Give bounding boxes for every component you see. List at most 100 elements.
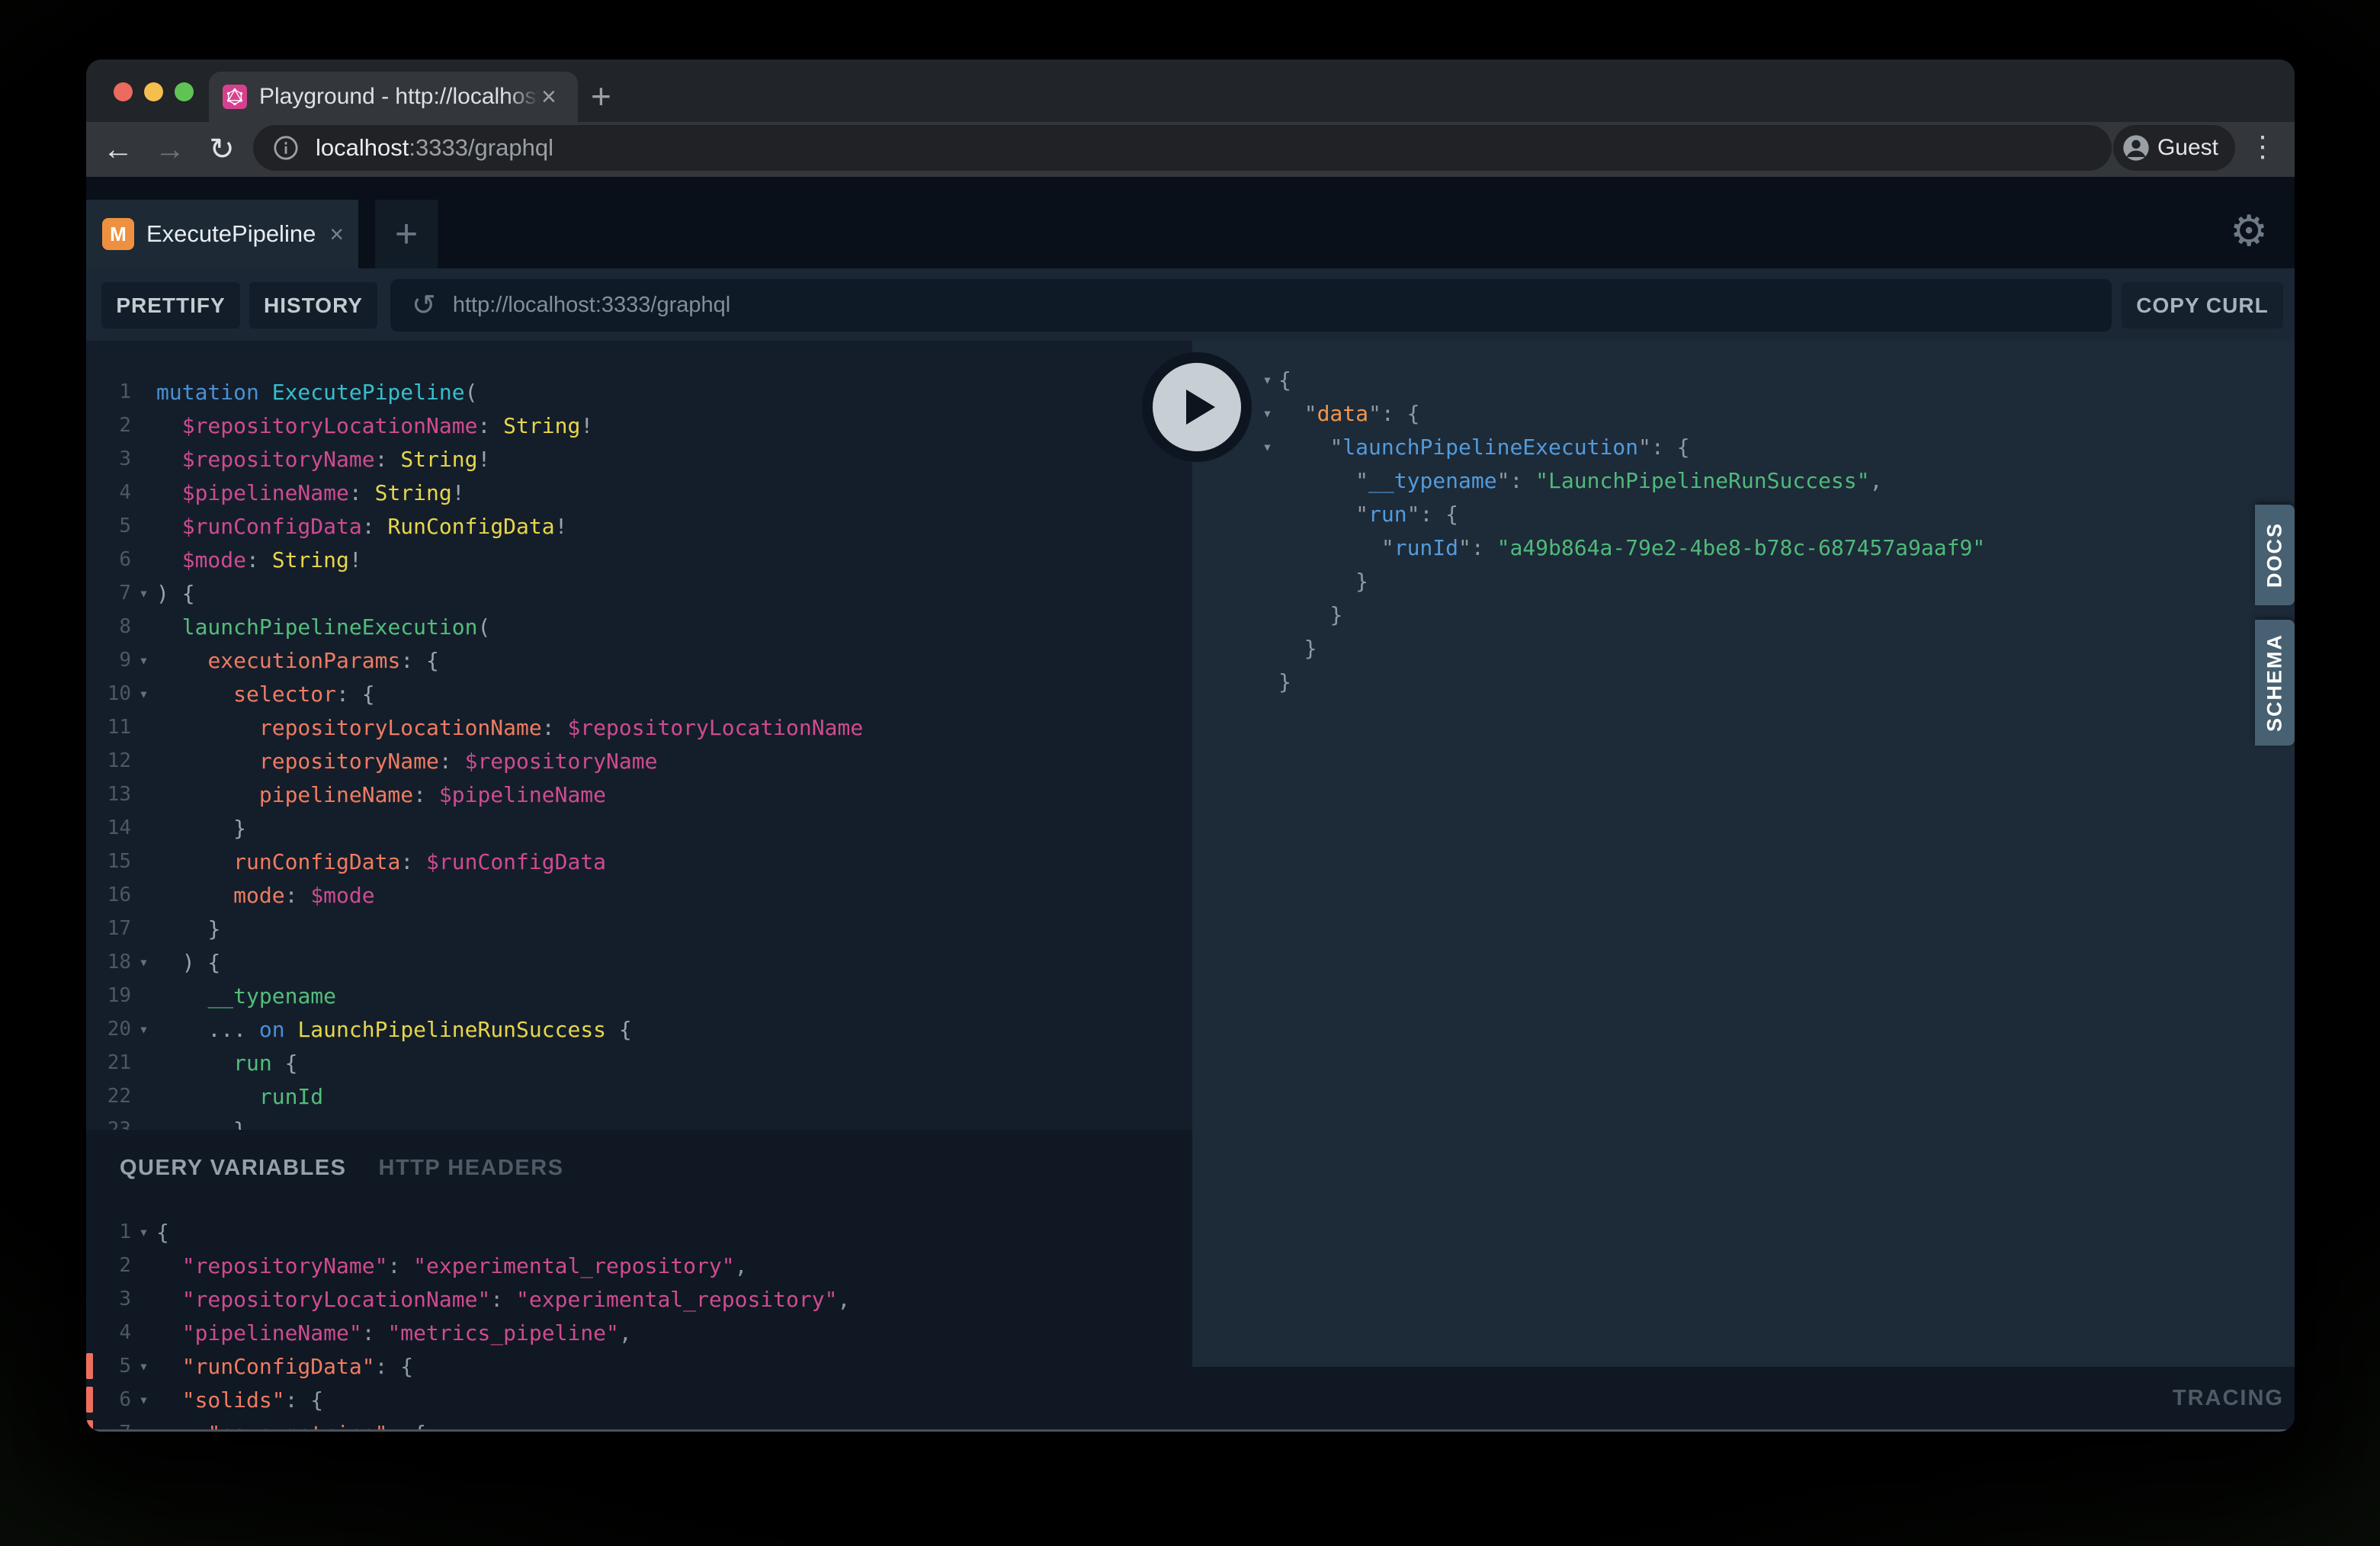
code-token: __typename xyxy=(207,983,336,1009)
code-token: "repositoryName" xyxy=(182,1253,388,1278)
code-token: , xyxy=(735,1253,748,1278)
reload-icon[interactable]: ↻ xyxy=(190,134,254,165)
code-line: 1▾{ xyxy=(86,1215,1192,1249)
prettify-button[interactable]: PRETTIFY xyxy=(101,282,240,329)
line-number: 9 xyxy=(86,649,131,672)
fold-toggle-icon[interactable]: ▾ xyxy=(131,953,156,971)
new-tab-button[interactable]: + xyxy=(591,81,611,111)
fold-toggle-icon[interactable]: ▾ xyxy=(131,685,156,703)
traffic-minimize-button[interactable] xyxy=(144,82,163,101)
code-token: "LaunchPipelineRunSuccess" xyxy=(1535,468,1869,493)
fold-toggle-icon[interactable]: ▾ xyxy=(131,1223,156,1241)
code-token xyxy=(1278,435,1330,460)
code-token: "runConfigData" xyxy=(182,1354,375,1379)
address-host: localhost xyxy=(316,134,409,162)
fold-toggle-icon[interactable]: ▾ xyxy=(131,1390,156,1409)
code-token xyxy=(156,648,207,673)
endpoint-history-icon[interactable]: ↺ xyxy=(412,291,436,320)
code-token: run xyxy=(1368,502,1407,527)
code-token xyxy=(156,950,182,975)
fold-toggle-icon[interactable]: ▾ xyxy=(1256,438,1278,456)
traffic-zoom-button[interactable] xyxy=(175,82,194,101)
variables-code: 1▾{2 "repositoryName": "experimental_rep… xyxy=(86,1215,1192,1432)
line-number: 23 xyxy=(86,1118,131,1130)
schema-side-tab[interactable]: SCHEMA xyxy=(2255,620,2295,746)
code-token xyxy=(156,547,182,573)
address-bar[interactable]: localhost:3333/graphql xyxy=(253,125,2112,171)
code-token: { xyxy=(1278,367,1291,393)
code-token: ) { xyxy=(182,950,221,975)
endpoint-input[interactable]: ↺ http://localhost:3333/graphql xyxy=(390,279,2112,332)
code-token xyxy=(156,514,182,539)
fold-toggle-icon[interactable]: ▾ xyxy=(131,651,156,669)
traffic-close-button[interactable] xyxy=(114,82,133,101)
code-token: ": xyxy=(1458,535,1497,560)
playground-session-tab[interactable]: M ExecutePipeline × xyxy=(86,200,358,268)
profile-chip[interactable]: Guest xyxy=(2113,125,2235,171)
code-token: LaunchPipelineRunSuccess xyxy=(297,1017,606,1042)
code-token: : { xyxy=(285,1387,324,1413)
code-token: runConfigData xyxy=(233,849,400,874)
code-token: "experimental_repository" xyxy=(516,1287,837,1312)
fold-toggle-icon[interactable]: ▾ xyxy=(131,1020,156,1038)
back-icon[interactable]: ← xyxy=(86,134,150,165)
query-editor-pane[interactable]: 1mutation ExecutePipeline(2 $repositoryL… xyxy=(86,341,1192,1130)
forward-icon[interactable]: → xyxy=(150,134,190,165)
response-footer: TRACING xyxy=(1192,1367,2295,1429)
response-pane: ▾{▾ "data": {▾ "launchPipelineExecution"… xyxy=(1192,341,2295,1367)
copy-curl-button[interactable]: COPY CURL xyxy=(2122,282,2283,329)
tab-query-variables[interactable]: QUERY VARIABLES xyxy=(120,1156,347,1181)
code-token: : xyxy=(439,749,465,774)
code-token: } xyxy=(233,1118,246,1131)
code-token: selector xyxy=(233,682,336,707)
code-token: : xyxy=(477,413,503,438)
browser-menu-icon[interactable]: ⋮ xyxy=(2248,130,2277,164)
fold-toggle-icon[interactable]: ▾ xyxy=(131,1357,156,1375)
response-json: ▾{▾ "data": {▾ "launchPipelineExecution"… xyxy=(1192,363,2295,698)
code-line: 6▾ "solids": { xyxy=(86,1383,1192,1416)
code-token: executionParams xyxy=(207,648,400,673)
execute-query-button[interactable] xyxy=(1142,352,1252,462)
code-token xyxy=(156,1320,182,1346)
session-tab-title: ExecutePipeline xyxy=(146,220,316,248)
history-button[interactable]: HISTORY xyxy=(249,282,377,329)
code-token: } xyxy=(207,916,220,941)
code-line: 3 $repositoryName: String! xyxy=(86,442,1192,476)
fold-toggle-icon[interactable]: ▾ xyxy=(1256,404,1278,422)
code-token: RunConfigData xyxy=(387,514,554,539)
code-token: " xyxy=(1355,502,1368,527)
line-number: 4 xyxy=(86,1321,131,1344)
browser-tab[interactable]: Playground - http://localhost:3 × xyxy=(209,72,578,122)
line-number: 6 xyxy=(86,548,131,571)
code-line: ▾ "launchPipelineExecution": { xyxy=(1256,430,2295,463)
docs-side-tab[interactable]: DOCS xyxy=(2255,505,2295,605)
code-token xyxy=(156,715,259,740)
code-token: { xyxy=(606,1017,632,1042)
code-token xyxy=(156,1017,207,1042)
code-token: } xyxy=(233,816,246,841)
code-line: 4 $pipelineName: String! xyxy=(86,476,1192,509)
site-info-icon[interactable] xyxy=(273,135,299,161)
settings-gear-icon[interactable]: ⚙ xyxy=(2230,206,2268,256)
fold-toggle-icon[interactable]: ▾ xyxy=(1256,370,1278,389)
code-token: __typename xyxy=(1368,468,1497,493)
code-line: ▾ "data": { xyxy=(1256,396,2295,430)
play-icon xyxy=(1153,363,1241,451)
code-token: launchPipelineExecution xyxy=(1342,435,1638,460)
code-line: 15 runConfigData: $runConfigData xyxy=(86,845,1192,878)
code-token xyxy=(156,849,233,874)
fold-toggle-icon[interactable]: ▾ xyxy=(131,584,156,602)
code-token: launchPipelineExecution xyxy=(182,614,478,640)
line-number: 13 xyxy=(86,783,131,806)
add-session-tab-button[interactable]: + xyxy=(375,200,438,268)
browser-tab-close-icon[interactable]: × xyxy=(541,84,557,110)
code-token xyxy=(156,1287,182,1312)
line-number: 15 xyxy=(86,850,131,873)
session-tab-close-icon[interactable]: × xyxy=(329,220,344,249)
code-token: $mode xyxy=(310,883,374,908)
code-line: 1mutation ExecutePipeline( xyxy=(86,375,1192,409)
tracing-toggle[interactable]: TRACING xyxy=(2173,1386,2284,1411)
tab-http-headers[interactable]: HTTP HEADERS xyxy=(379,1156,564,1181)
code-token: " xyxy=(1381,535,1394,560)
code-line: 16 mode: $mode xyxy=(86,878,1192,912)
